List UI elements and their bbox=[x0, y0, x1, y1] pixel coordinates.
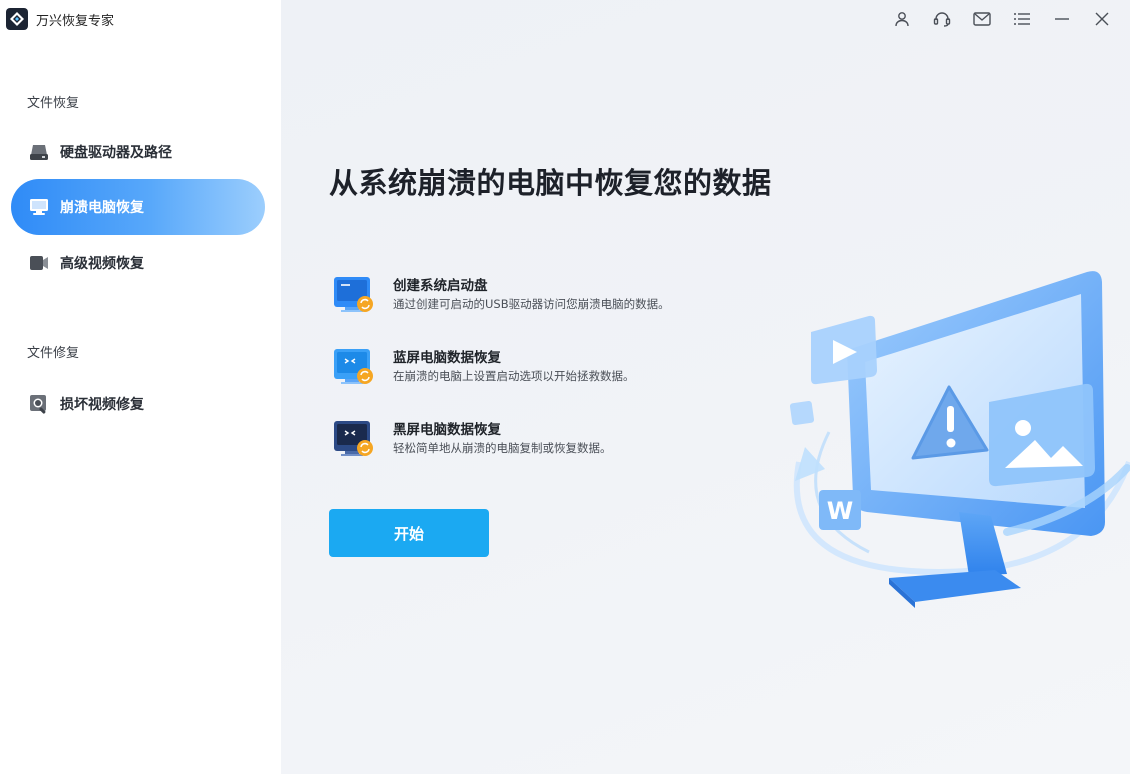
blue-screen-icon bbox=[334, 349, 373, 384]
app-title: 万兴恢复专家 bbox=[36, 13, 115, 29]
minimize-button[interactable] bbox=[1042, 7, 1082, 31]
feature-black-screen: 黑屏电脑数据恢复 轻松简单地从崩溃的电脑复制或恢复数据。 bbox=[333, 418, 753, 462]
minimize-icon bbox=[1055, 18, 1069, 20]
main-panel: 从系统崩溃的电脑中恢复您的数据 创建系统启动盘 通过创建可启动的USB驱动器访问… bbox=[281, 0, 1130, 774]
sidebar-item-advanced-video[interactable]: 高级视频恢复 bbox=[11, 235, 265, 291]
account-button[interactable] bbox=[882, 7, 922, 31]
mail-icon bbox=[973, 12, 991, 26]
video-repair-icon bbox=[29, 394, 49, 414]
feature-title: 蓝屏电脑数据恢复 bbox=[393, 350, 501, 366]
feature-bootable-drive: 创建系统启动盘 通过创建可启动的USB驱动器访问您崩溃电脑的数据。 bbox=[333, 274, 753, 318]
page-title: 从系统崩溃的电脑中恢复您的数据 bbox=[329, 166, 772, 200]
black-screen-icon bbox=[334, 421, 373, 456]
bootable-drive-icon bbox=[334, 277, 373, 312]
feature-title: 创建系统启动盘 bbox=[393, 278, 488, 294]
video-camera-icon bbox=[29, 253, 49, 273]
section-label-file-recovery: 文件恢复 bbox=[27, 96, 80, 111]
feature-description: 在崩溃的电脑上设置启动选项以开始拯救数据。 bbox=[393, 369, 635, 383]
crashed-computer-illustration: W bbox=[789, 271, 1130, 608]
monitor-icon bbox=[29, 197, 49, 217]
feature-description: 通过创建可启动的USB驱动器访问您崩溃电脑的数据。 bbox=[393, 297, 670, 311]
feature-description: 轻松简单地从崩溃的电脑复制或恢复数据。 bbox=[393, 441, 612, 455]
window-controls bbox=[882, 7, 1122, 31]
app-header: 万兴恢复专家 bbox=[0, 0, 281, 38]
close-icon bbox=[1095, 12, 1109, 26]
sidebar-item-label: 硬盘驱动器及路径 bbox=[60, 145, 172, 161]
sidebar-item-label: 崩溃电脑恢复 bbox=[60, 200, 144, 216]
headset-icon bbox=[933, 12, 951, 27]
close-button[interactable] bbox=[1082, 7, 1122, 31]
sidebar-item-label: 高级视频恢复 bbox=[60, 256, 144, 272]
start-button[interactable]: 开始 bbox=[329, 509, 489, 557]
svg-text:W: W bbox=[827, 497, 853, 525]
feature-blue-screen: 蓝屏电脑数据恢复 在崩溃的电脑上设置启动选项以开始拯救数据。 bbox=[333, 346, 753, 390]
menu-button[interactable] bbox=[1002, 7, 1042, 31]
menu-icon bbox=[1014, 13, 1030, 25]
sidebar-item-hard-drive[interactable]: 硬盘驱动器及路径 bbox=[11, 124, 265, 180]
hard-drive-icon bbox=[29, 142, 49, 162]
sidebar-item-label: 损坏视频修复 bbox=[60, 397, 144, 413]
feature-title: 黑屏电脑数据恢复 bbox=[393, 422, 501, 438]
app-logo-icon bbox=[6, 8, 28, 30]
sidebar-item-video-repair[interactable]: 损坏视频修复 bbox=[11, 376, 265, 432]
messages-button[interactable] bbox=[962, 7, 1002, 31]
support-button[interactable] bbox=[922, 7, 962, 31]
sidebar-item-crashed-computer[interactable]: 崩溃电脑恢复 bbox=[11, 179, 265, 235]
user-icon bbox=[895, 12, 909, 27]
sidebar: 万兴恢复专家 文件恢复 硬盘驱动器及路径 崩溃电脑恢复 高级视频恢复 文件修复 … bbox=[0, 0, 281, 774]
section-label-file-repair: 文件修复 bbox=[27, 346, 80, 361]
